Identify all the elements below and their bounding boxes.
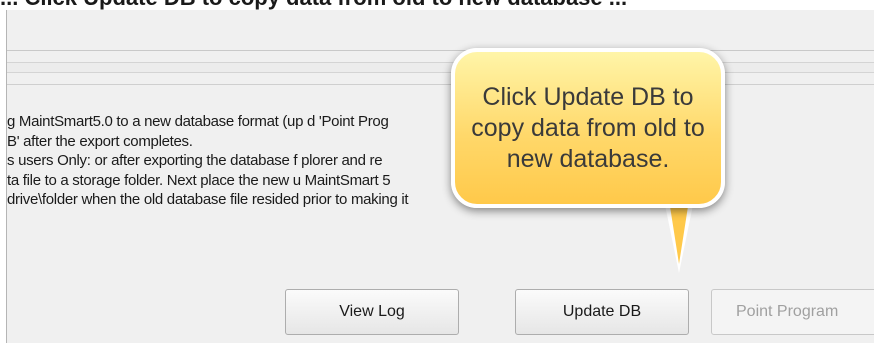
callout-text: Click Update DB to copy data from old to… [471, 82, 705, 173]
point-program-button[interactable]: Point Program [711, 289, 874, 335]
instructions-line: ta file to a storage folder. Next place … [7, 171, 391, 189]
instructions-line: B' after the export completes. [7, 132, 193, 150]
menu-strip [7, 62, 874, 73]
callout-tail [669, 200, 689, 264]
instructions-line: s users Only: or after exporting the dat… [7, 152, 383, 169]
instructions-line: g MaintSmart5.0 to a new database format… [7, 113, 389, 130]
point-program-label: Point Program [736, 303, 839, 320]
dialog-window: g MaintSmart5.0 to a new database format… [6, 10, 874, 343]
update-db-label: Update DB [562, 303, 642, 320]
separator [7, 84, 874, 85]
view-log-label: View Log [339, 303, 405, 320]
instructions-text: g MaintSmart5.0 to a new database format… [7, 112, 874, 210]
toolbar-strip [7, 10, 874, 51]
view-log-button[interactable]: View Log [285, 289, 459, 335]
instructions-line: drive\folder when the old database file … [7, 191, 409, 208]
top-title-text: ... Click Update DB to copy data from ol… [0, 0, 627, 10]
tooltip-callout: Click Update DB to copy data from old to… [451, 48, 725, 208]
update-db-button[interactable]: Update DB [515, 289, 689, 335]
